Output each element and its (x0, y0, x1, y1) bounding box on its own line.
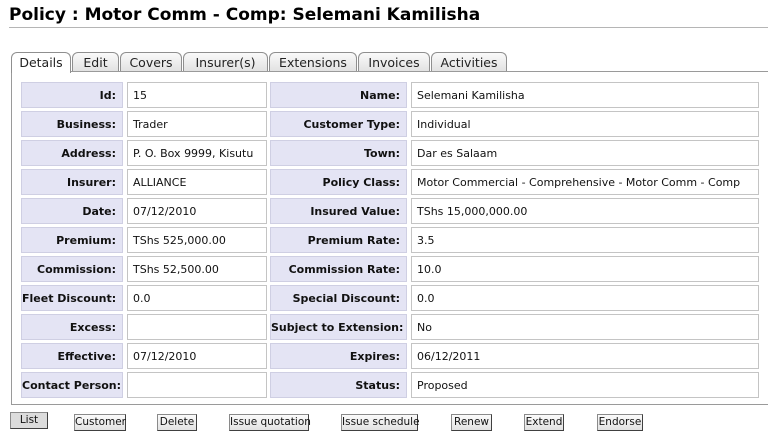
extend-button[interactable]: Extend (524, 414, 564, 431)
policy-class-value: Motor Commercial - Comprehensive - Motor… (411, 169, 759, 195)
tab-invoices[interactable]: Invoices (358, 52, 430, 71)
status-value: Proposed (411, 372, 759, 398)
issue-schedule-button[interactable]: Issue schedule (341, 414, 420, 431)
customer-type-label: Customer Type: (270, 111, 407, 137)
commission-rate-value: 10.0 (411, 256, 759, 282)
tab-insurers[interactable]: Insurer(s) (183, 52, 268, 71)
endorse-button[interactable]: Endorse (597, 414, 643, 431)
tab-activities[interactable]: Activities (431, 52, 507, 71)
date-value: 07/12/2010 (127, 198, 267, 224)
contact-person-label: Contact Person: (21, 372, 123, 398)
effective-value: 07/12/2010 (127, 343, 267, 369)
tab-edit[interactable]: Edit (72, 52, 119, 71)
commission-rate-label: Commission Rate: (270, 256, 407, 282)
insurer-value: ALLIANCE (127, 169, 267, 195)
effective-label: Effective: (21, 343, 123, 369)
id-label: Id: (21, 82, 123, 108)
customer-button[interactable]: Customer (74, 414, 126, 431)
id-value: 15 (127, 82, 267, 108)
commission-label: Commission: (21, 256, 123, 282)
insured-value-value: TShs 15,000,000.00 (411, 198, 759, 224)
status-label: Status: (270, 372, 407, 398)
expires-value: 06/12/2011 (411, 343, 759, 369)
fleet-discount-label: Fleet Discount: (21, 285, 123, 311)
tab-extensions[interactable]: Extensions (269, 52, 357, 71)
date-label: Date: (21, 198, 123, 224)
issue-quotation-button[interactable]: Issue quotation (229, 414, 311, 431)
premium-rate-label: Premium Rate: (270, 227, 407, 253)
delete-button[interactable]: Delete (157, 414, 197, 431)
subject-to-extension-label: Subject to Extension: (270, 314, 407, 340)
commission-value: TShs 52,500.00 (127, 256, 267, 282)
page-title: Policy : Motor Comm - Comp: Selemani Kam… (9, 5, 481, 25)
insurer-label: Insurer: (21, 169, 123, 195)
town-value: Dar es Salaam (411, 140, 759, 166)
address-value: P. O. Box 9999, Kisutu (127, 140, 267, 166)
town-label: Town: (270, 140, 407, 166)
fleet-discount-value: 0.0 (127, 285, 267, 311)
special-discount-label: Special Discount: (270, 285, 407, 311)
special-discount-value: 0.0 (411, 285, 759, 311)
business-value: Trader (127, 111, 267, 137)
expires-label: Expires: (270, 343, 407, 369)
insured-value-label: Insured Value: (270, 198, 407, 224)
address-label: Address: (21, 140, 123, 166)
name-label: Name: (270, 82, 407, 108)
excess-value (127, 314, 267, 340)
contact-person-value (127, 372, 267, 398)
customer-type-value: Individual (411, 111, 759, 137)
list-button[interactable]: List (10, 412, 48, 429)
subject-to-extension-value: No (411, 314, 759, 340)
title-divider (9, 27, 768, 28)
premium-value: TShs 525,000.00 (127, 227, 267, 253)
premium-label: Premium: (21, 227, 123, 253)
excess-label: Excess: (21, 314, 123, 340)
business-label: Business: (21, 111, 123, 137)
tab-covers[interactable]: Covers (120, 52, 182, 71)
premium-rate-value: 3.5 (411, 227, 759, 253)
name-value: Selemani Kamilisha (411, 82, 759, 108)
policy-class-label: Policy Class: (270, 169, 407, 195)
tab-details[interactable]: Details (11, 52, 71, 73)
renew-button[interactable]: Renew (451, 414, 492, 431)
